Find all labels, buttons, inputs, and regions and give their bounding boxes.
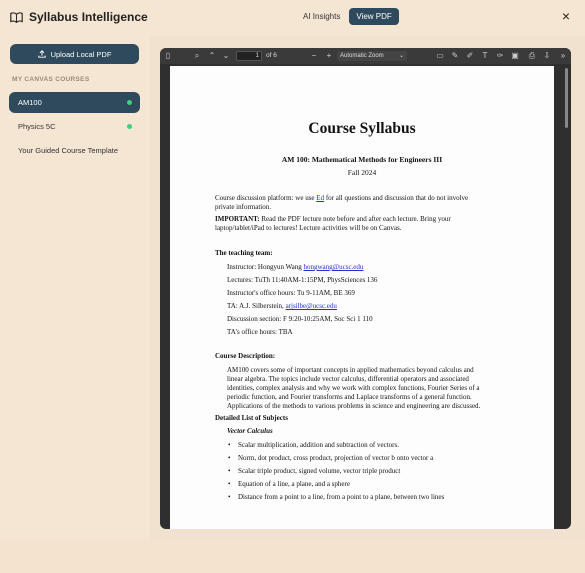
status-dot xyxy=(127,124,132,129)
sidebar-item-am100[interactable]: AM100 xyxy=(9,92,140,113)
list-item: Norm, dot product, cross product, projec… xyxy=(228,454,433,463)
app-title-text: Syllabus Intelligence xyxy=(29,10,148,24)
platform-line: Course discussion platform: we use Ed fo… xyxy=(215,194,468,203)
instructor-text: Instructor: Hongyun Wang xyxy=(227,263,304,271)
important-label: IMPORTANT: xyxy=(215,215,260,223)
previous-page-icon[interactable]: ⌃ xyxy=(208,52,216,60)
important-line-2: laptop/tablet/iPad to lectures! Lecture … xyxy=(215,224,402,232)
description-line: periodic function, and Fourier transform… xyxy=(227,393,472,401)
tab-ai-insights[interactable]: AI Insights xyxy=(296,8,347,25)
page-number-input[interactable]: 1 xyxy=(236,51,262,61)
list-item: Distance from a point to a line, from a … xyxy=(228,493,444,502)
save-icon[interactable]: ⇩ xyxy=(543,52,551,60)
document-term: Fall 2024 xyxy=(347,168,377,177)
document-title: Course Syllabus xyxy=(308,120,416,137)
team-heading: The teaching team: xyxy=(215,249,273,257)
zoom-in-icon[interactable]: + xyxy=(325,52,333,60)
description-heading: Course Description: xyxy=(215,352,276,360)
next-page-icon[interactable]: ⌄ xyxy=(222,52,230,60)
office-hours-line: Instructor's office hours: Tu 9-11AM, BE… xyxy=(227,289,355,297)
close-icon[interactable]: × xyxy=(560,9,572,23)
app-window: Syllabus Intelligence AI Insights View P… xyxy=(0,0,585,573)
instructor-email-link[interactable]: hongwang@ucsc.edu xyxy=(304,263,364,271)
sidebar-item-course-template[interactable]: Your Guided Course Template xyxy=(9,140,140,161)
document-subtitle: AM 100: Mathematical Methods for Enginee… xyxy=(281,155,443,164)
upload-pdf-label: Upload Local PDF xyxy=(50,49,112,59)
zoom-select-value: Automatic Zoom xyxy=(340,53,384,59)
pdf-page: Course Syllabus AM 100: Mathematical Met… xyxy=(170,66,554,529)
sidebar-item-label: Your Guided Course Template xyxy=(18,146,119,155)
discussion-line: Discussion section: F 9:20-10:25AM, Soc … xyxy=(227,315,373,323)
instructor-line: Instructor: Hongyun Wang hongwang@ucsc.e… xyxy=(227,263,363,272)
description-line: linear algebra. The topics include vecto… xyxy=(227,375,469,383)
page-total: of 6 xyxy=(266,52,277,59)
print-icon[interactable]: ⎙ xyxy=(528,52,536,60)
sidebar-toggle-icon[interactable]: ▯ xyxy=(164,52,172,60)
tab-view-pdf[interactable]: View PDF xyxy=(349,8,399,25)
description-line: AM100 covers some of important concepts … xyxy=(227,366,474,374)
ta-line: TA: A.J. Silberstein, arjsilbe@ucsc.edu xyxy=(227,302,337,311)
description-line: Applications of the methods to various p… xyxy=(227,402,481,410)
list-item: Equation of a line, a plane, and a spher… xyxy=(228,480,350,489)
comment-icon[interactable]: ▭ xyxy=(436,52,444,60)
platform-line-2: private information. xyxy=(215,203,271,211)
ed-link[interactable]: Ed xyxy=(316,194,324,202)
platform-text: Course discussion platform: we use xyxy=(215,194,317,202)
zoom-select[interactable]: Automatic Zoom ⌄ xyxy=(337,51,407,61)
ta-hours-line: TA's office hours: TBA xyxy=(227,328,293,336)
book-icon xyxy=(10,11,23,23)
sidebar: Upload Local PDF MY CANVAS COURSES AM100… xyxy=(0,36,148,539)
subjects-heading: Detailed List of Subjects xyxy=(215,414,288,422)
platform-text-end: for all questions and discussion that do… xyxy=(324,194,469,202)
draw-icon[interactable]: ✑ xyxy=(496,52,504,60)
vector-calculus-heading: Vector Calculus xyxy=(227,427,273,435)
text-icon[interactable]: T xyxy=(481,52,489,60)
search-icon[interactable]: ⌕ xyxy=(193,52,201,60)
description-line: identities, complex analysis and why we … xyxy=(227,384,480,392)
edit-icon[interactable]: ✎ xyxy=(451,52,459,60)
ta-text: TA: A.J. Silberstein, xyxy=(227,302,286,310)
status-dot xyxy=(127,100,132,105)
courses-section-label: MY CANVAS COURSES xyxy=(12,76,90,83)
title-bar: Syllabus Intelligence AI Insights View P… xyxy=(0,0,585,36)
upload-icon xyxy=(37,50,46,58)
upload-pdf-button[interactable]: Upload Local PDF xyxy=(10,44,139,64)
pdf-viewer: ▯ ⌕ ⌃ ⌄ 1 of 6 − + Automatic Zoom ⌄ ▭ ✎ … xyxy=(160,48,571,529)
main-panel: ▯ ⌕ ⌃ ⌄ 1 of 6 − + Automatic Zoom ⌄ ▭ ✎ … xyxy=(150,36,585,539)
sidebar-item-physics-5c[interactable]: Physics 5C xyxy=(9,116,140,137)
list-item: Scalar triple product, signed volume, ve… xyxy=(228,467,400,476)
lectures-line: Lectures: TuTh 11:40AM-1:15PM, PhysScien… xyxy=(227,276,378,284)
highlight-icon[interactable]: ✐ xyxy=(466,52,474,60)
ta-email-link[interactable]: arjsilbe@ucsc.edu xyxy=(286,302,337,310)
important-text: Read the PDF lecture note before and aft… xyxy=(259,215,451,223)
bottom-bar xyxy=(0,539,585,573)
zoom-out-icon[interactable]: − xyxy=(310,52,318,60)
pdf-toolbar: ▯ ⌕ ⌃ ⌄ 1 of 6 − + Automatic Zoom ⌄ ▭ ✎ … xyxy=(160,48,571,64)
important-line: IMPORTANT: Read the PDF lecture note bef… xyxy=(215,215,451,224)
view-toggle: AI Insights View PDF xyxy=(296,8,399,27)
sidebar-item-label: Physics 5C xyxy=(18,122,56,131)
list-item: Scalar multiplication, addition and subt… xyxy=(228,441,399,450)
more-tools-icon[interactable]: » xyxy=(559,52,567,60)
sidebar-item-label: AM100 xyxy=(18,98,42,107)
image-icon[interactable]: ▣ xyxy=(511,52,519,60)
app-title: Syllabus Intelligence xyxy=(10,10,148,24)
chevron-down-icon: ⌄ xyxy=(398,53,404,59)
scrollbar[interactable] xyxy=(565,68,568,128)
